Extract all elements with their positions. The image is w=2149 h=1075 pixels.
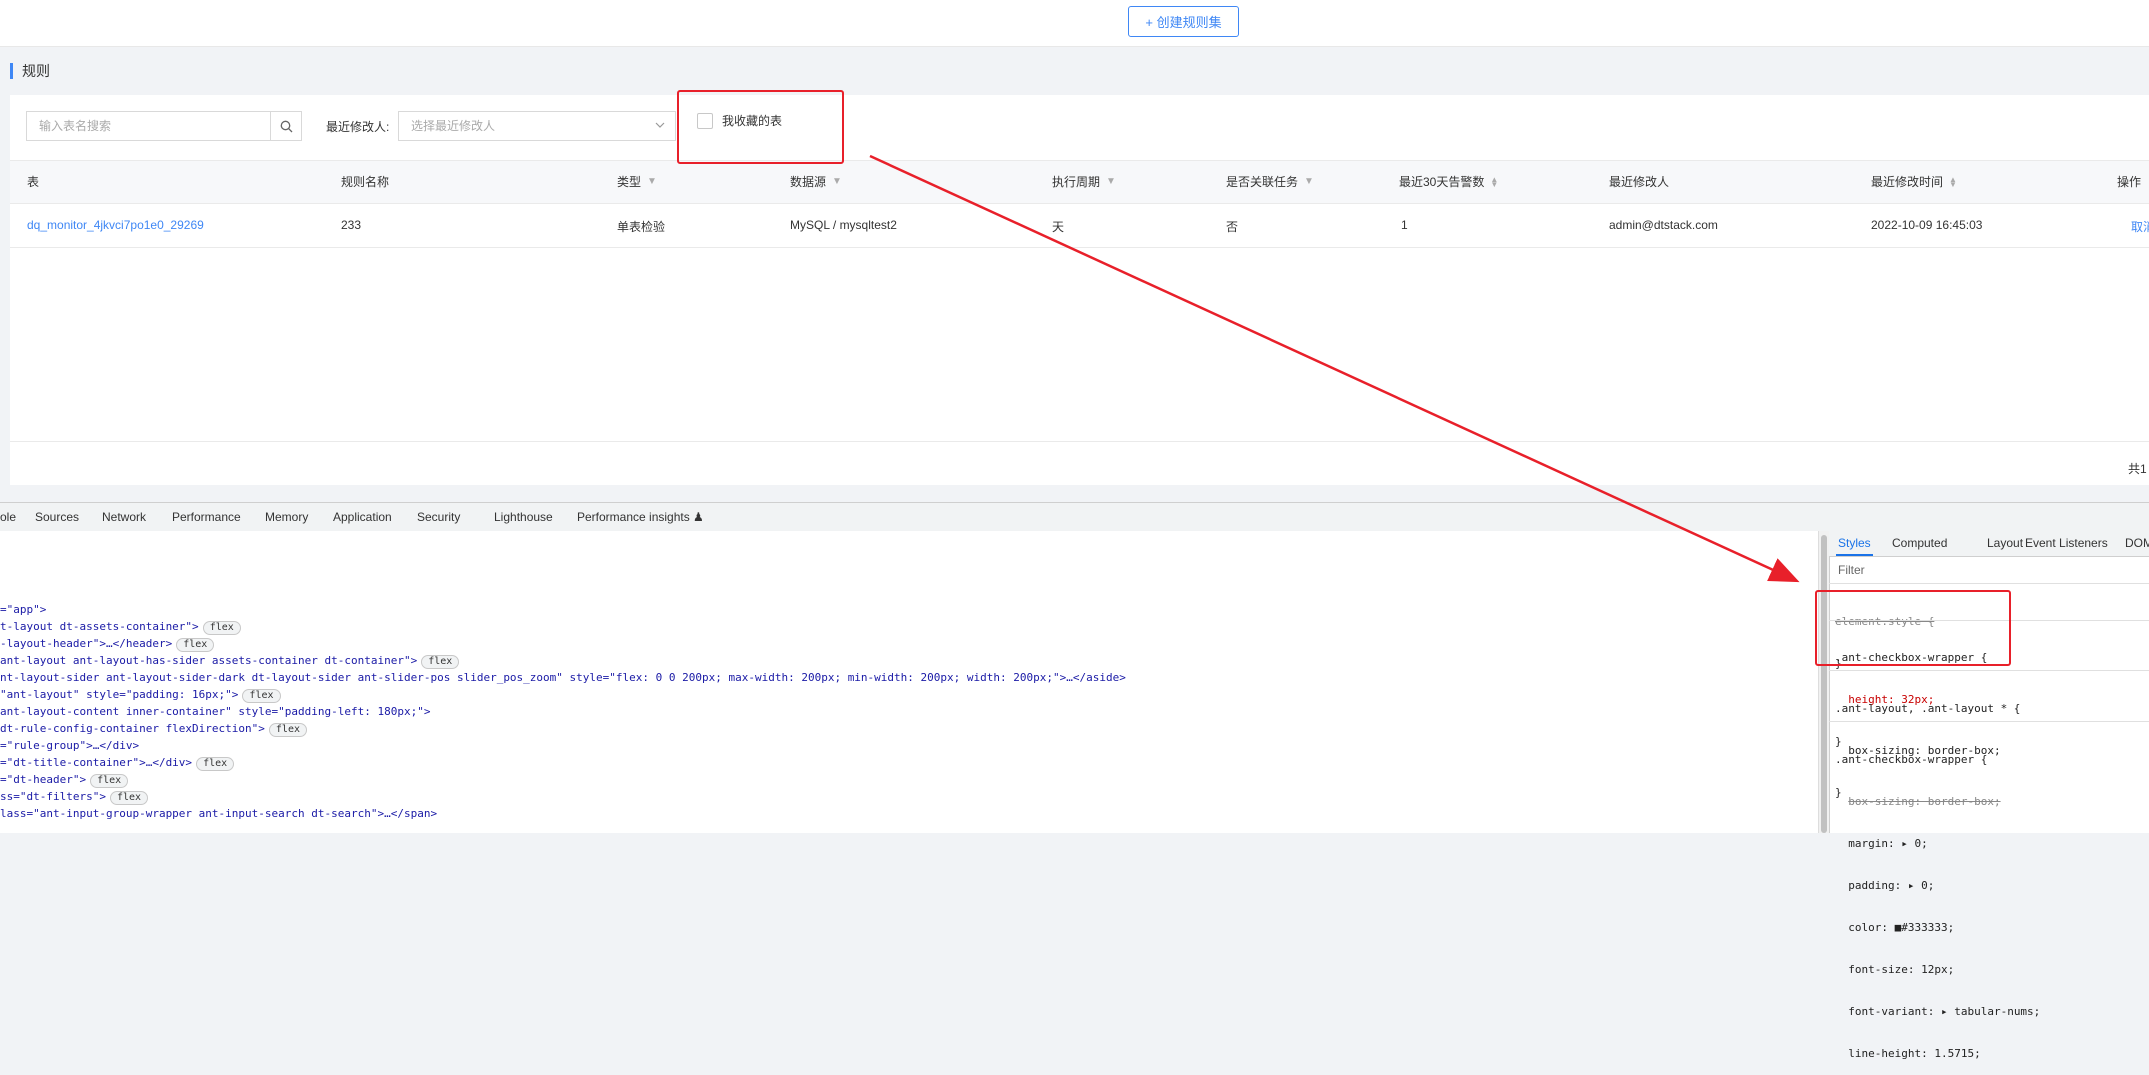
annotation-arrow xyxy=(869,154,1800,583)
